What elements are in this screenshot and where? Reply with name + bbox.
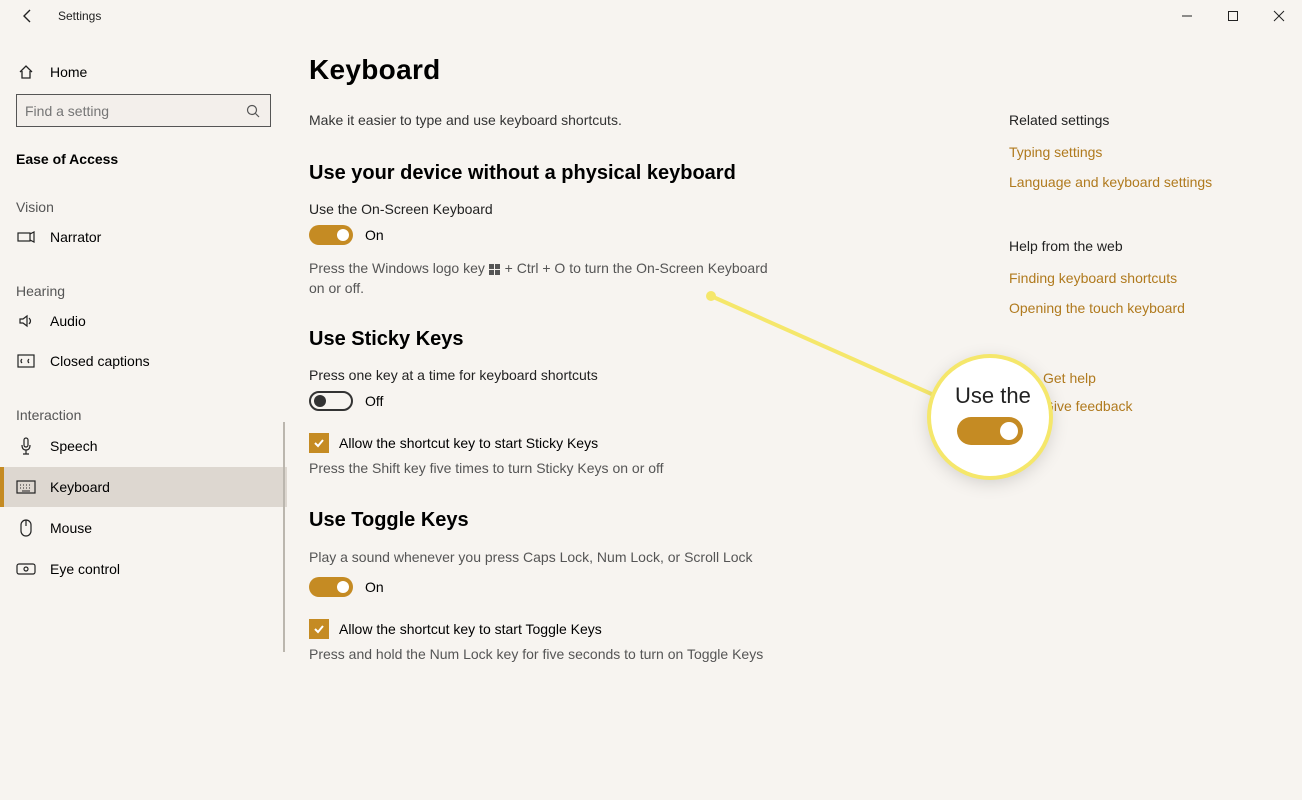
sticky-check-label: Allow the shortcut key to start Sticky K… xyxy=(339,435,598,451)
link-keyboard-shortcuts[interactable]: Finding keyboard shortcuts xyxy=(1009,270,1254,300)
nav-keyboard[interactable]: Keyboard xyxy=(0,467,287,507)
mic-icon xyxy=(16,437,36,455)
callout-toggle xyxy=(957,417,1023,445)
mouse-icon xyxy=(16,519,36,537)
group-vision: Vision xyxy=(0,173,287,217)
category-title: Ease of Access xyxy=(0,141,287,173)
link-typing-settings[interactable]: Typing settings xyxy=(1009,144,1254,174)
nav-eye-control[interactable]: Eye control xyxy=(0,549,287,589)
search-input[interactable] xyxy=(25,103,246,119)
togglekeys-toggle[interactable] xyxy=(309,577,353,597)
audio-icon xyxy=(16,313,36,329)
togglekeys-check-hint: Press and hold the Num Lock key for five… xyxy=(309,645,769,675)
main-content: Keyboard Make it easier to type and use … xyxy=(309,54,1009,800)
sidebar: Home Ease of Access Vision Narrator Hear… xyxy=(0,32,287,800)
narrator-icon xyxy=(16,230,36,244)
sidebar-scrollbar[interactable] xyxy=(283,422,285,652)
sticky-shortcut-checkbox[interactable] xyxy=(309,433,329,453)
title-bar: Settings xyxy=(0,0,1302,32)
section-heading-sticky: Use Sticky Keys xyxy=(309,322,1009,367)
get-help-label: Get help xyxy=(1043,370,1096,386)
nav-label: Closed captions xyxy=(50,353,150,369)
callout-text: Use the xyxy=(931,383,1031,409)
page-title: Keyboard xyxy=(309,54,1009,112)
home-label: Home xyxy=(50,64,87,80)
link-touch-keyboard[interactable]: Opening the touch keyboard xyxy=(1009,300,1254,330)
togglekeys-shortcut-checkbox[interactable] xyxy=(309,619,329,639)
sticky-toggle-state: Off xyxy=(365,393,383,409)
nav-label: Keyboard xyxy=(50,479,110,495)
minimize-button[interactable] xyxy=(1164,0,1210,32)
nav-mouse[interactable]: Mouse xyxy=(0,507,287,549)
search-input-container[interactable] xyxy=(16,94,271,127)
callout-magnifier: Use the xyxy=(931,358,1049,476)
nav-label: Eye control xyxy=(50,561,120,577)
nav-label: Speech xyxy=(50,438,97,454)
togglekeys-label: Play a sound whenever you press Caps Loc… xyxy=(309,548,769,578)
search-icon xyxy=(246,104,262,118)
togglekeys-check-label: Allow the shortcut key to start Toggle K… xyxy=(339,621,602,637)
back-button[interactable] xyxy=(12,8,44,24)
link-language-keyboard[interactable]: Language and keyboard settings xyxy=(1009,174,1254,204)
window-title: Settings xyxy=(58,9,101,23)
nav-closed-captions[interactable]: Closed captions xyxy=(0,341,287,381)
osk-toggle-state: On xyxy=(365,227,384,243)
sticky-check-hint: Press the Shift key five times to turn S… xyxy=(309,459,769,503)
osk-toggle[interactable] xyxy=(309,225,353,245)
sticky-label: Press one key at a time for keyboard sho… xyxy=(309,367,1009,391)
keyboard-icon xyxy=(16,480,36,494)
close-button[interactable] xyxy=(1256,0,1302,32)
nav-label: Mouse xyxy=(50,520,92,536)
captions-icon xyxy=(16,354,36,368)
web-help-heading: Help from the web xyxy=(1009,238,1254,270)
give-feedback-label: Give feedback xyxy=(1043,398,1133,414)
nav-label: Narrator xyxy=(50,229,101,245)
osk-hint: Press the Windows logo key + Ctrl + O to… xyxy=(309,259,769,322)
windows-key-icon xyxy=(489,263,501,275)
home-icon xyxy=(16,64,36,80)
eye-icon xyxy=(16,562,36,576)
sticky-toggle[interactable] xyxy=(309,391,353,411)
group-hearing: Hearing xyxy=(0,257,287,301)
home-nav[interactable]: Home xyxy=(0,56,287,94)
related-heading: Related settings xyxy=(1009,112,1254,144)
maximize-button[interactable] xyxy=(1210,0,1256,32)
togglekeys-toggle-state: On xyxy=(365,579,384,595)
section-heading-toggle-keys: Use Toggle Keys xyxy=(309,503,1009,548)
get-help-link[interactable]: Get help xyxy=(1009,364,1254,392)
osk-label: Use the On-Screen Keyboard xyxy=(309,201,1009,225)
nav-audio[interactable]: Audio xyxy=(0,301,287,341)
section-heading-osk: Use your device without a physical keybo… xyxy=(309,156,1009,201)
nav-label: Audio xyxy=(50,313,86,329)
page-subtitle: Make it easier to type and use keyboard … xyxy=(309,112,1009,156)
nav-narrator[interactable]: Narrator xyxy=(0,217,287,257)
group-interaction: Interaction xyxy=(0,381,287,425)
nav-speech[interactable]: Speech xyxy=(0,425,287,467)
